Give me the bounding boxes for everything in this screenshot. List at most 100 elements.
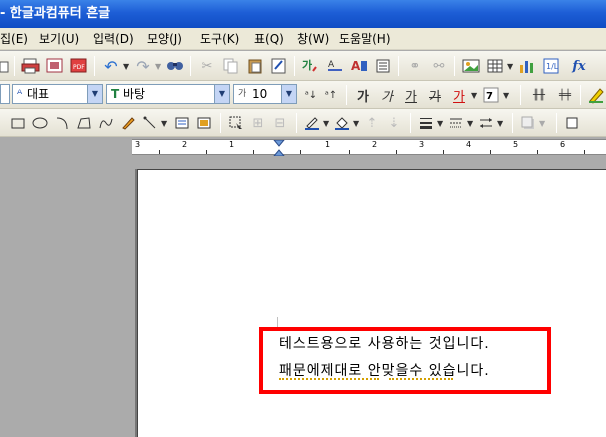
shadow-icon[interactable] — [518, 113, 538, 133]
cut-icon[interactable]: ✂ — [196, 56, 218, 76]
line-color-dropdown-icon[interactable]: ▼ — [323, 119, 329, 128]
columns-icon[interactable] — [372, 56, 394, 76]
print-icon[interactable] — [20, 56, 42, 76]
svg-text:1/L: 1/L — [546, 62, 559, 71]
font-color-button[interactable]: 가 — [448, 85, 470, 105]
size-value: 10 — [252, 87, 268, 101]
link-icon[interactable]: ⚭ — [404, 56, 426, 76]
strike-button[interactable]: 가 — [424, 85, 446, 105]
format-copy-icon[interactable] — [268, 56, 290, 76]
formula-box-icon[interactable]: 1/L — [540, 56, 562, 76]
fill-color-dropdown-icon[interactable]: ▼ — [353, 119, 359, 128]
new-doc-icon[interactable] — [0, 58, 10, 74]
textbox-tool-icon[interactable] — [172, 113, 192, 133]
ruler-mark: 6 — [560, 140, 566, 149]
font-color-dropdown-icon[interactable]: ▼ — [471, 91, 477, 100]
standard-toolbar: PDF ↶ ▼ ↷ ▼ ✂ 가 A A ⚭ ⚯ ▼ 1/L fx — [0, 51, 606, 81]
undo-icon[interactable]: ↶ — [100, 56, 122, 76]
ruler-mark: 1 — [229, 140, 235, 149]
preview-icon[interactable] — [44, 56, 66, 76]
char-shape-icon[interactable]: A — [348, 56, 370, 76]
size-combo[interactable]: 가 10 ▼ — [233, 84, 297, 104]
horizontal-ruler[interactable]: 3 2 1 1 2 3 4 5 6 — [132, 139, 606, 156]
ungroup-icon[interactable]: ⊟ — [270, 113, 290, 133]
curve-tool-icon[interactable] — [96, 113, 116, 133]
ellipse-tool-icon[interactable] — [30, 113, 50, 133]
chart-icon[interactable] — [516, 56, 538, 76]
size-increase-icon[interactable]: ᵃ↓ — [302, 85, 320, 105]
ruler-mark: 1 — [325, 140, 331, 149]
highlight-annotation-box — [259, 327, 551, 394]
shadow-dropdown-icon[interactable]: ▼ — [539, 119, 545, 128]
size-icon: 가 — [238, 89, 247, 99]
table-icon[interactable] — [484, 56, 506, 76]
bold-button[interactable]: 가 — [352, 85, 374, 105]
line-tool-dropdown-icon[interactable]: ▼ — [161, 119, 167, 128]
image-frame-tool-icon[interactable] — [194, 113, 214, 133]
svg-text:A: A — [351, 59, 361, 73]
underline-button[interactable]: 가 — [400, 85, 422, 105]
line-style-dropdown-icon[interactable]: ▼ — [467, 119, 473, 128]
size-dropdown-icon[interactable]: ▼ — [281, 85, 296, 103]
title-bar: - 한글과컴퓨터 흔글 — [0, 0, 606, 28]
svg-text:7: 7 — [486, 91, 493, 102]
drawing-toolbar: ▼ ⊞ ⊟ ▼ ▼ ⇡ ⇣ ▼ ▼ ▼ ▼ — [0, 109, 606, 137]
redo-dropdown-icon[interactable]: ▼ — [155, 62, 161, 71]
pdf-icon[interactable]: PDF — [68, 56, 90, 76]
fill-color-icon[interactable] — [332, 113, 352, 133]
svg-text:A: A — [328, 60, 335, 70]
left-edge-combo[interactable] — [0, 84, 10, 104]
line-tool-icon[interactable] — [140, 113, 160, 133]
line-thickness-icon[interactable] — [416, 113, 436, 133]
menu-table[interactable]: 표(Q) — [254, 28, 284, 49]
char-width-icon[interactable]: ╪╪ — [554, 85, 576, 105]
line-style-icon[interactable] — [446, 113, 466, 133]
bring-front-icon[interactable]: ⇡ — [362, 113, 382, 133]
menu-tools[interactable]: 도구(K) — [200, 28, 239, 49]
unlink-icon[interactable]: ⚯ — [428, 56, 450, 76]
send-back-icon[interactable]: ⇣ — [384, 113, 404, 133]
menu-window[interactable]: 창(W) — [297, 28, 329, 49]
find-icon[interactable] — [164, 56, 186, 76]
menu-input[interactable]: 입력(D) — [93, 28, 134, 49]
paste-icon[interactable] — [244, 56, 266, 76]
font-combo[interactable]: T 바탕 ▼ — [106, 84, 230, 104]
style-dropdown-icon[interactable]: ▼ — [87, 85, 102, 103]
menu-format[interactable]: 모양(J) — [147, 28, 182, 49]
table-dropdown-icon[interactable]: ▼ — [507, 62, 513, 71]
style-combo[interactable]: ᴬ 대표 ▼ — [12, 84, 103, 104]
pencil-tool-icon[interactable] — [118, 113, 138, 133]
picture-icon[interactable] — [460, 56, 482, 76]
size-decrease-icon[interactable]: ᵃ↑ — [322, 85, 340, 105]
copy-icon[interactable] — [220, 56, 242, 76]
select-object-icon[interactable] — [226, 113, 246, 133]
arc-tool-icon[interactable] — [52, 113, 72, 133]
arrow-style-dropdown-icon[interactable]: ▼ — [497, 119, 503, 128]
menu-edit[interactable]: 집(E) — [0, 28, 28, 49]
ruler-mark: 2 — [182, 140, 188, 149]
pen-icon[interactable] — [586, 85, 606, 105]
arrow-style-icon[interactable] — [476, 113, 496, 133]
line-color-icon[interactable] — [302, 113, 322, 133]
polygon-tool-icon[interactable] — [74, 113, 94, 133]
highlight-text-icon[interactable]: 7 — [480, 85, 502, 105]
menu-help[interactable]: 도움말(H) — [339, 28, 391, 49]
document-page[interactable] — [137, 169, 606, 437]
redo-icon[interactable]: ↷ — [132, 56, 154, 76]
italic-button[interactable]: 가 — [376, 85, 398, 105]
ruler-area: 3 2 1 1 2 3 4 5 6 — [0, 137, 606, 157]
group-icon[interactable]: ⊞ — [248, 113, 268, 133]
font-dropdown-icon[interactable]: ▼ — [214, 85, 229, 103]
spellcheck-icon[interactable]: 가 — [300, 56, 322, 76]
align-icon[interactable]: A — [324, 56, 346, 76]
equation-icon[interactable]: fx — [564, 56, 594, 76]
rotate-icon[interactable] — [562, 113, 582, 133]
menu-view[interactable]: 보기(U) — [39, 28, 79, 49]
char-spacing-icon[interactable]: ╫╫ — [528, 85, 550, 105]
indent-marker-icon[interactable] — [273, 140, 285, 156]
line-thickness-dropdown-icon[interactable]: ▼ — [437, 119, 443, 128]
highlight-dropdown-icon[interactable]: ▼ — [503, 91, 509, 100]
ruler-mark: 2 — [372, 140, 378, 149]
undo-dropdown-icon[interactable]: ▼ — [123, 62, 129, 71]
rectangle-tool-icon[interactable] — [8, 113, 28, 133]
